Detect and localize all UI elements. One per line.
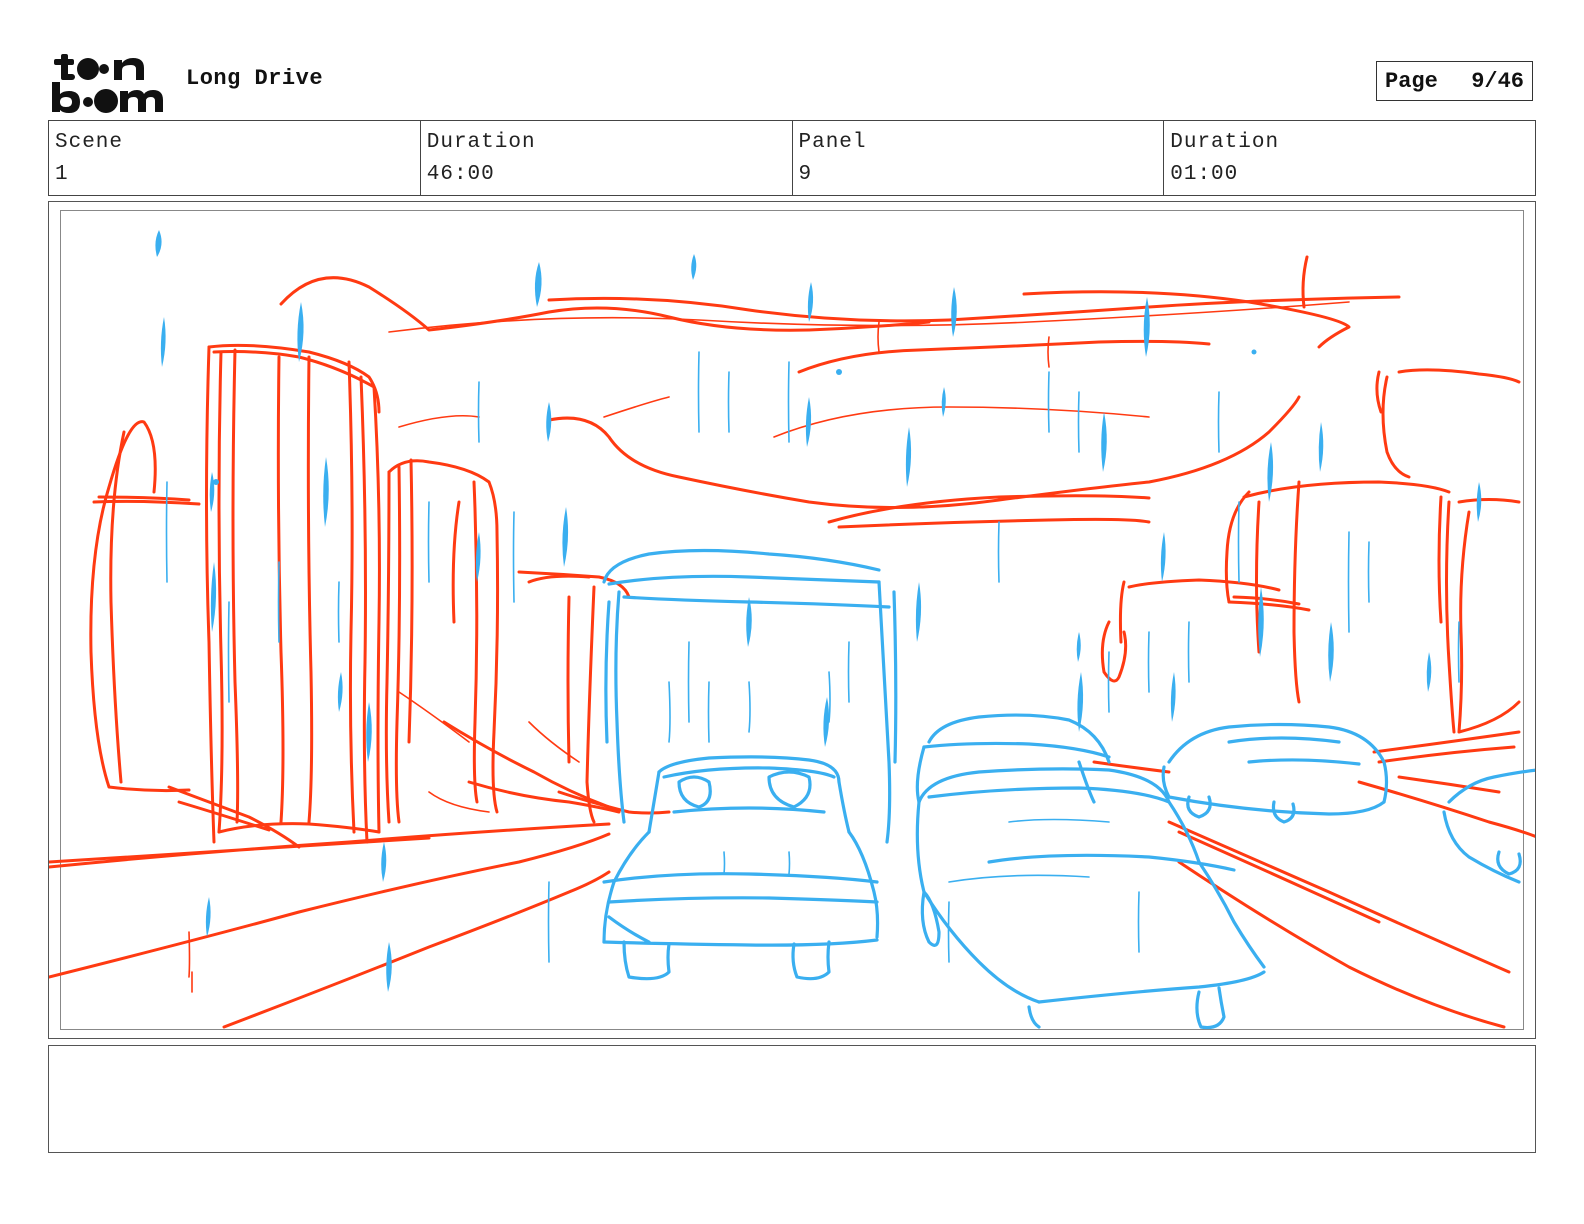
road-lines <box>49 780 1535 1029</box>
rough-sketch <box>49 230 1535 1030</box>
panel-label: Panel <box>798 131 867 154</box>
truck-vehicle <box>602 548 898 844</box>
scene-duration-cell: Duration 46:00 <box>421 121 793 195</box>
toon-boom-logo <box>50 50 166 114</box>
panel-notes-area[interactable] <box>48 1045 1536 1153</box>
panel-duration-cell: Duration 01:00 <box>1164 121 1535 195</box>
right-buildings <box>1092 368 1521 794</box>
far-right-cars <box>1161 722 1535 884</box>
right-center-car <box>915 713 1266 1030</box>
panel-duration-label: Duration <box>1170 131 1280 154</box>
page-label: Page <box>1385 68 1438 94</box>
scene-cell: Scene 1 <box>49 121 421 195</box>
scene-label: Scene <box>55 131 124 154</box>
panel-duration-value: 01:00 <box>1170 163 1239 186</box>
storyboard-panel <box>48 201 1536 1039</box>
center-car <box>602 755 880 981</box>
scene-duration-value: 46:00 <box>426 163 495 186</box>
sky-streaks <box>279 255 1401 529</box>
project-title: Long Drive <box>186 66 324 91</box>
panel-cell: Panel 9 <box>793 121 1165 195</box>
panel-info-table: Scene 1 Duration 46:00 Panel 9 Duration … <box>48 120 1536 196</box>
scene-value: 1 <box>55 163 69 186</box>
panel-value: 9 <box>798 163 813 186</box>
scene-duration-label: Duration <box>426 131 536 154</box>
page-number: 9/46 <box>1471 68 1524 94</box>
page-indicator: Page 9/46 <box>1376 61 1533 101</box>
